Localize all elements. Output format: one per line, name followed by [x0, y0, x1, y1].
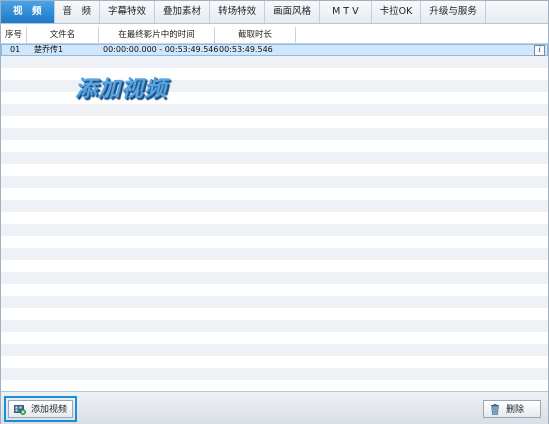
column-header-duration[interactable]: 截取时长 — [215, 27, 296, 43]
row-filename: 楚乔传1 — [34, 45, 64, 54]
empty-row — [1, 56, 548, 68]
trash-icon — [491, 404, 499, 415]
tab-upgrade-service[interactable]: 升级与服务 — [421, 1, 486, 23]
row-timeline: 00:00:00.000 - 00:53:49.546 — [103, 45, 219, 54]
empty-row — [1, 188, 548, 200]
empty-row — [1, 176, 548, 188]
tab-bar: 视 频 音 频 字幕特效 叠加素材 转场特效 画面风格 M T V 卡拉OK 升… — [1, 1, 548, 24]
add-video-highlight: 添加视频 — [4, 396, 77, 422]
tab-video[interactable]: 视 频 — [1, 1, 55, 23]
empty-row — [1, 128, 548, 140]
empty-row — [1, 356, 548, 368]
column-header-timeline[interactable]: 在最终影片中的时间 — [99, 27, 215, 43]
film-add-icon — [14, 405, 26, 415]
empty-row — [1, 140, 548, 152]
empty-row — [1, 116, 548, 128]
tab-transition-effects[interactable]: 转场特效 — [210, 1, 266, 23]
tab-karaoke[interactable]: 卡拉OK — [372, 1, 422, 23]
add-video-label: 添加视频 — [31, 405, 68, 415]
delete-button[interactable]: 删除 — [483, 400, 541, 418]
row-duration: 00:53:49.546 — [219, 45, 273, 54]
empty-row — [1, 320, 548, 332]
video-editor-window: 视 频 音 频 字幕特效 叠加素材 转场特效 画面风格 M T V 卡拉OK 升… — [0, 0, 549, 424]
tab-audio[interactable]: 音 频 — [55, 1, 101, 23]
empty-row — [1, 212, 548, 224]
empty-row — [1, 332, 548, 344]
table-header: 序号 文件名 在最终影片中的时间 截取时长 — [1, 27, 548, 44]
tab-picture-style[interactable]: 画面风格 — [265, 1, 321, 23]
add-video-button[interactable]: 添加视频 — [8, 400, 73, 418]
column-header-index[interactable]: 序号 — [1, 27, 27, 43]
tab-overlay-material[interactable]: 叠加素材 — [155, 1, 211, 23]
info-button[interactable]: i — [534, 45, 545, 56]
column-header-filename[interactable]: 文件名 — [27, 27, 99, 43]
empty-row — [1, 380, 548, 391]
empty-row — [1, 260, 548, 272]
empty-row — [1, 272, 548, 284]
empty-row — [1, 200, 548, 212]
empty-row — [1, 152, 548, 164]
empty-row — [1, 284, 548, 296]
delete-label: 删除 — [506, 405, 525, 415]
empty-row — [1, 296, 548, 308]
empty-row — [1, 104, 548, 116]
empty-row — [1, 236, 548, 248]
tab-subtitle-effects[interactable]: 字幕特效 — [100, 1, 156, 23]
table-row[interactable]: 01 楚乔传1 00:00:00.000 - 00:53:49.546 00:5… — [1, 44, 548, 56]
empty-row — [1, 344, 548, 356]
empty-row — [1, 308, 548, 320]
row-index: 01 — [10, 45, 21, 54]
empty-row — [1, 224, 548, 236]
tab-mtv[interactable]: M T V — [320, 1, 372, 23]
empty-row — [1, 164, 548, 176]
bottom-toolbar: 添加视频 删除 — [1, 391, 548, 424]
add-video-watermark: 添加视频 — [75, 77, 168, 102]
empty-row — [1, 368, 548, 380]
empty-row — [1, 248, 548, 260]
